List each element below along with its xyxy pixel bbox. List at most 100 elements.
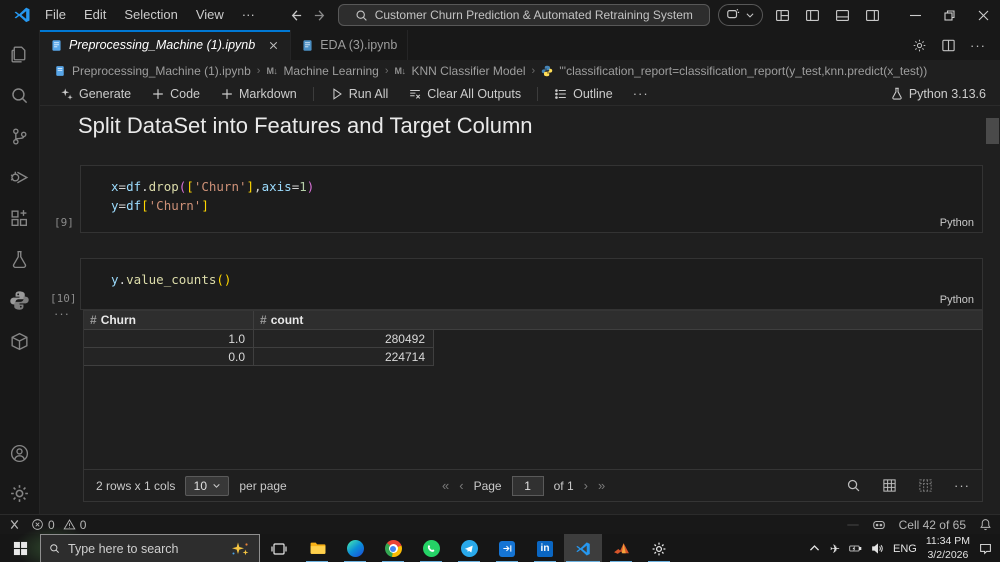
cell-language-picker[interactable]: Python	[940, 217, 974, 229]
table-row[interactable]: 1.0 280492	[84, 330, 434, 348]
volume-icon[interactable]	[871, 542, 884, 555]
menu-file[interactable]: File	[36, 0, 75, 30]
extensions-icon[interactable]	[9, 207, 31, 229]
kernel-label: Python 3.13.6	[908, 86, 986, 101]
split-editor-icon[interactable]	[941, 38, 956, 53]
notebook-settings-gear-icon[interactable]	[912, 38, 927, 53]
remote-indicator[interactable]	[8, 518, 21, 531]
menu-view[interactable]: View	[187, 0, 233, 30]
taskbar-search[interactable]	[40, 534, 260, 562]
forward-arrow-icon[interactable]	[313, 8, 328, 23]
copilot-button[interactable]	[717, 4, 763, 26]
accounts-icon[interactable]	[9, 442, 31, 464]
file-explorer-icon[interactable]	[298, 534, 336, 562]
kernel-picker[interactable]: Python 3.13.6	[890, 87, 986, 101]
run-all-button[interactable]: Run All	[322, 83, 397, 105]
run-debug-icon[interactable]	[9, 166, 31, 188]
tab-preprocessing-machine[interactable]: Preprocessing_Machine (1).ipynb	[40, 30, 292, 60]
clear-all-outputs-button[interactable]: Clear All Outputs	[400, 83, 529, 105]
breadcrumb-section[interactable]: Machine Learning	[283, 64, 378, 78]
toolbar-more-icon[interactable]: ···	[625, 83, 657, 105]
airplane-mode-icon[interactable]: ✈	[830, 542, 840, 556]
add-markdown-button[interactable]: Markdown	[212, 83, 305, 105]
minimize-button[interactable]	[898, 0, 932, 30]
python-icon[interactable]	[9, 289, 31, 311]
close-tab-icon[interactable]	[267, 39, 280, 52]
cell-indicator[interactable]: Cell 42 of 65	[899, 518, 966, 532]
menu-more[interactable]: ···	[233, 0, 264, 30]
table-cell: 1.0	[84, 330, 254, 347]
cell-language-picker[interactable]: Python	[940, 294, 974, 306]
toggle-primary-sidebar-icon[interactable]	[805, 8, 820, 23]
markdown-heading[interactable]: Split DataSet into Features and Target C…	[78, 113, 533, 139]
column-header[interactable]: # count	[254, 311, 433, 329]
tab-eda[interactable]: EDA (3).ipynb	[291, 30, 409, 60]
taskbar-settings-icon[interactable]	[640, 534, 678, 562]
code-editor[interactable]: y.value_counts()	[81, 259, 982, 289]
toggle-panel-icon[interactable]	[835, 8, 850, 23]
notebook-icon	[301, 39, 314, 52]
settings-gear-icon[interactable]	[9, 482, 31, 504]
grid-search-icon[interactable]	[846, 478, 861, 493]
tray-chevron-up-icon[interactable]	[808, 542, 821, 555]
taskbar-search-input[interactable]	[68, 541, 229, 556]
notifications-bell-icon[interactable]	[979, 518, 992, 531]
code-cell[interactable]: x=df.drop(['Churn'],axis=1) y=df['Churn']…	[80, 165, 983, 233]
next-page-button[interactable]: ›	[584, 478, 588, 493]
generate-button[interactable]: Generate	[52, 83, 139, 105]
outline-button[interactable]: Outline	[546, 83, 621, 105]
command-center-search[interactable]: Customer Churn Prediction & Automated Re…	[337, 4, 710, 26]
prev-page-button[interactable]: ‹	[459, 478, 463, 493]
whatsapp-icon[interactable]	[412, 534, 450, 562]
menu-selection[interactable]: Selection	[115, 0, 186, 30]
matlab-icon[interactable]	[602, 534, 640, 562]
copilot-status-icon[interactable]	[872, 518, 886, 532]
vscode-taskbar-icon[interactable]	[564, 534, 602, 562]
clock[interactable]: 11:34 PM 3/2/2026	[926, 535, 970, 561]
code-cell[interactable]: y.value_counts() Python	[80, 258, 983, 310]
first-page-button[interactable]: «	[442, 478, 449, 493]
grid-more-icon[interactable]: ···	[954, 478, 970, 493]
breadcrumb-symbol[interactable]: '''classification_report=classification_…	[559, 64, 927, 78]
scrollbar-thumb[interactable]	[986, 118, 999, 144]
restore-button[interactable]	[932, 0, 966, 30]
breadcrumb-subsection[interactable]: KNN Classifier Model	[412, 64, 526, 78]
container-tools-icon[interactable]	[9, 330, 31, 352]
grid-filter-icon[interactable]	[918, 478, 933, 493]
add-code-button[interactable]: Code	[143, 83, 208, 105]
warning-count: 0	[79, 517, 87, 532]
more-actions-icon[interactable]: ···	[970, 38, 986, 53]
linkedin-icon[interactable]: in	[526, 534, 564, 562]
zoom-indicator[interactable]	[846, 523, 859, 526]
task-view-button[interactable]	[260, 534, 298, 562]
breadcrumb-file[interactable]: Preprocessing_Machine (1).ipynb	[72, 64, 251, 78]
battery-icon[interactable]	[849, 542, 862, 555]
share-app-icon[interactable]	[488, 534, 526, 562]
output-collapse-icon[interactable]: ···	[54, 306, 70, 321]
problems-indicator[interactable]: 0 0	[31, 518, 86, 532]
table-row[interactable]: 0.0 224714	[84, 348, 434, 366]
grid-columns-icon[interactable]	[882, 478, 897, 493]
edge-browser-icon[interactable]	[336, 534, 374, 562]
breadcrumb-separator: ›	[531, 65, 536, 77]
menu-edit[interactable]: Edit	[75, 0, 115, 30]
last-page-button[interactable]: »	[598, 478, 605, 493]
page-number-input[interactable]	[511, 475, 544, 496]
code-editor[interactable]: x=df.drop(['Churn'],axis=1) y=df['Churn']	[81, 166, 982, 215]
column-header[interactable]: # Churn	[84, 311, 254, 329]
explorer-icon[interactable]	[9, 43, 31, 65]
close-button[interactable]	[966, 0, 1000, 30]
start-button[interactable]	[0, 534, 40, 562]
page-size-select[interactable]: 10	[185, 475, 230, 496]
language-indicator[interactable]: ENG	[893, 543, 917, 555]
list-icon	[555, 88, 566, 99]
source-control-icon[interactable]	[9, 125, 31, 147]
telegram-icon[interactable]	[450, 534, 488, 562]
search-icon[interactable]	[9, 84, 31, 106]
toggle-secondary-sidebar-icon[interactable]	[865, 8, 880, 23]
back-arrow-icon[interactable]	[288, 8, 303, 23]
chrome-browser-icon[interactable]	[374, 534, 412, 562]
action-center-icon[interactable]	[979, 542, 992, 555]
testing-icon[interactable]	[9, 248, 31, 270]
customize-layout-icon[interactable]	[775, 8, 790, 23]
